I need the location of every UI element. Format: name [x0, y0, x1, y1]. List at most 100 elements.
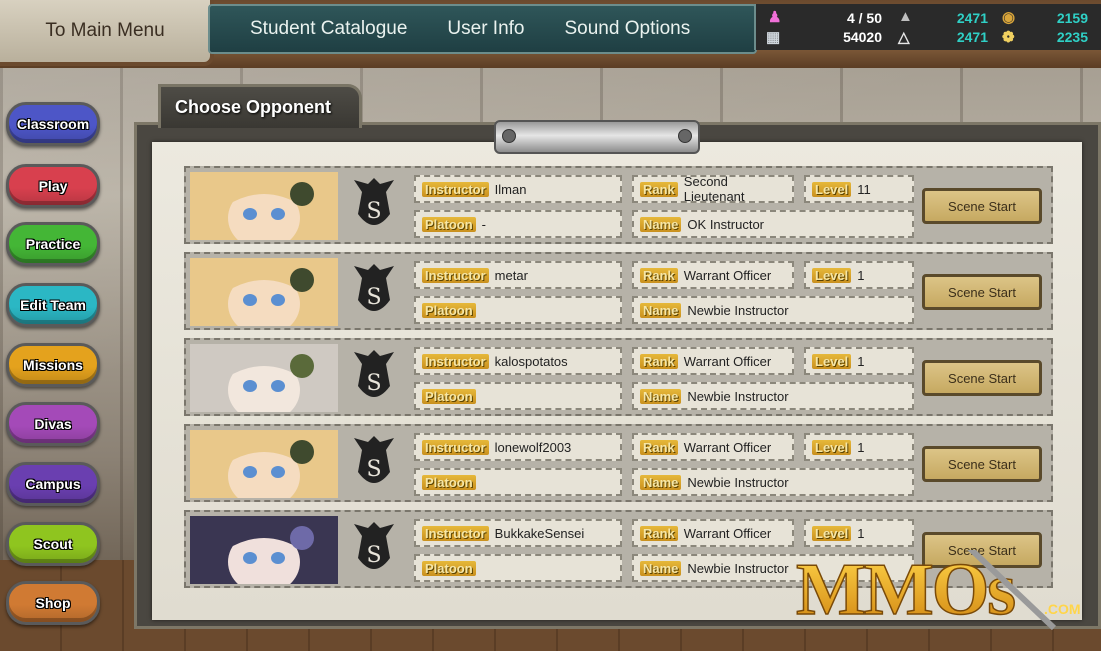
scene-start-button[interactable]: Scene Start	[922, 446, 1042, 482]
ticket-icon: ▦	[766, 29, 781, 46]
name-value: Newbie Instructor	[687, 560, 789, 576]
resource-stats: ♟ ▦ 4 / 50 54020 ▲ △ 2471 2471 ◉ ❁ 2159 …	[754, 4, 1101, 50]
tab-user-info[interactable]: User Info	[427, 18, 544, 40]
level-value: 1	[857, 353, 865, 369]
platoon-value: -	[481, 216, 487, 232]
stat-c: 2159	[1056, 10, 1088, 26]
level-value: 11	[857, 181, 871, 197]
name-label: Name	[640, 388, 682, 404]
level-label: Level	[812, 181, 852, 197]
svg-text:S: S	[366, 199, 381, 224]
instructor-value: kalospotatos	[494, 353, 568, 369]
level-value: 1	[857, 439, 865, 455]
side-practice-button[interactable]: Practice	[6, 222, 100, 266]
instructor-value: Ilman	[494, 181, 527, 197]
level-field: Level 1	[804, 347, 914, 375]
rank-label: Rank	[640, 353, 678, 369]
mmos-watermark: MMOs .COM	[795, 550, 1081, 630]
side-missions-button[interactable]: Missions	[6, 343, 100, 387]
platoon-emblem-icon: S	[354, 522, 394, 569]
side-edit-team-button[interactable]: Edit Team	[6, 283, 100, 327]
silver-amount: 54020	[843, 29, 882, 45]
level-field: Level 1	[804, 261, 914, 289]
name-label: Name	[640, 216, 682, 232]
instructor-field: Instructor BukkakeSensei	[414, 519, 622, 547]
tab-sound-options[interactable]: Sound Options	[545, 18, 711, 40]
clip-screw-right	[678, 129, 692, 143]
stat-b: 2471	[956, 29, 988, 45]
panel-title: Choose Opponent	[158, 84, 362, 128]
side-divas-button[interactable]: Divas	[6, 402, 100, 446]
opponent-portrait	[190, 258, 338, 326]
rank-label: Rank	[640, 525, 678, 541]
level-label: Level	[812, 525, 852, 541]
platoon-field: Platoon	[414, 468, 622, 496]
side-classroom-button[interactable]: Classroom	[6, 102, 100, 146]
side-play-button[interactable]: Play	[6, 164, 100, 208]
platoon-field: Platoon	[414, 554, 622, 582]
opponent-row: S Instructor Ilman Platoon - Rank Second…	[184, 166, 1053, 244]
name-value: Newbie Instructor	[687, 388, 789, 404]
top-nav: Student Catalogue User Info Sound Option…	[208, 4, 757, 54]
platoon-label: Platoon	[422, 216, 476, 232]
name-field: Name OK Instructor	[632, 210, 914, 238]
instructor-label: Instructor	[422, 439, 489, 455]
scene-start-button[interactable]: Scene Start	[922, 360, 1042, 396]
tab-student-catalogue[interactable]: Student Catalogue	[210, 18, 427, 40]
rank-field: Rank Warrant Officer	[632, 433, 794, 461]
platoon-emblem-icon: S	[354, 264, 394, 311]
rank-label: Rank	[640, 439, 678, 455]
instructor-value: lonewolf2003	[494, 439, 572, 455]
instructor-field: Instructor metar	[414, 261, 622, 289]
level-label: Level	[812, 439, 852, 455]
platoon-label: Platoon	[422, 474, 476, 490]
opponent-portrait	[190, 516, 338, 584]
rank-value: Warrant Officer	[683, 525, 772, 541]
instructor-label: Instructor	[422, 353, 489, 369]
instructor-value: BukkakeSensei	[494, 525, 585, 541]
name-label: Name	[640, 560, 682, 576]
stat-a: 2471	[956, 10, 988, 26]
watermark-suffix: .COM	[1044, 601, 1081, 617]
clip-screw-left	[502, 129, 516, 143]
scene-start-button[interactable]: Scene Start	[922, 274, 1042, 310]
rank-value: Second Lieutenant	[683, 174, 745, 204]
platoon-label: Platoon	[422, 560, 476, 576]
name-label: Name	[640, 302, 682, 318]
gold-pile-icon: ❁	[1002, 29, 1015, 46]
main-menu-button[interactable]: To Main Menu	[0, 0, 214, 66]
silver-ingot-icon: ▲	[898, 8, 913, 25]
scene-start-button[interactable]: Scene Start	[922, 188, 1042, 224]
clipboard-clip	[494, 120, 700, 154]
instructor-field: Instructor kalospotatos	[414, 347, 622, 375]
silver-pile-icon: △	[898, 29, 910, 46]
level-label: Level	[812, 353, 852, 369]
side-shop-button[interactable]: Shop	[6, 581, 100, 625]
platoon-emblem-icon: S	[354, 178, 394, 225]
platoon-emblem-icon: S	[354, 350, 394, 397]
name-field: Name Newbie Instructor	[632, 468, 914, 496]
opponent-row: S Instructor metar Platoon Rank Warrant …	[184, 252, 1053, 330]
rank-value: Warrant Officer	[683, 267, 772, 283]
rank-value: Warrant Officer	[683, 353, 772, 369]
platoon-emblem-icon: S	[354, 436, 394, 483]
level-value: 1	[857, 525, 865, 541]
svg-text:S: S	[366, 543, 381, 568]
instructor-field: Instructor lonewolf2003	[414, 433, 622, 461]
instructor-label: Instructor	[422, 525, 489, 541]
instructor-field: Instructor Ilman	[414, 175, 622, 203]
rank-field: Rank Second Lieutenant	[632, 174, 794, 204]
name-field: Name Newbie Instructor	[632, 382, 914, 410]
rank-value: Warrant Officer	[683, 439, 772, 455]
opponent-portrait	[190, 344, 338, 412]
instructor-label: Instructor	[422, 181, 489, 197]
svg-text:S: S	[366, 457, 381, 482]
platoon-label: Platoon	[422, 302, 476, 318]
opponent-row: S Instructor lonewolf2003 Platoon Rank W…	[184, 424, 1053, 502]
level-field: Level 11	[804, 175, 914, 203]
side-scout-button[interactable]: Scout	[6, 522, 100, 566]
name-value: OK Instructor	[687, 216, 764, 232]
rank-field: Rank Warrant Officer	[632, 519, 794, 547]
svg-text:S: S	[366, 285, 381, 310]
side-campus-button[interactable]: Campus	[6, 462, 100, 506]
